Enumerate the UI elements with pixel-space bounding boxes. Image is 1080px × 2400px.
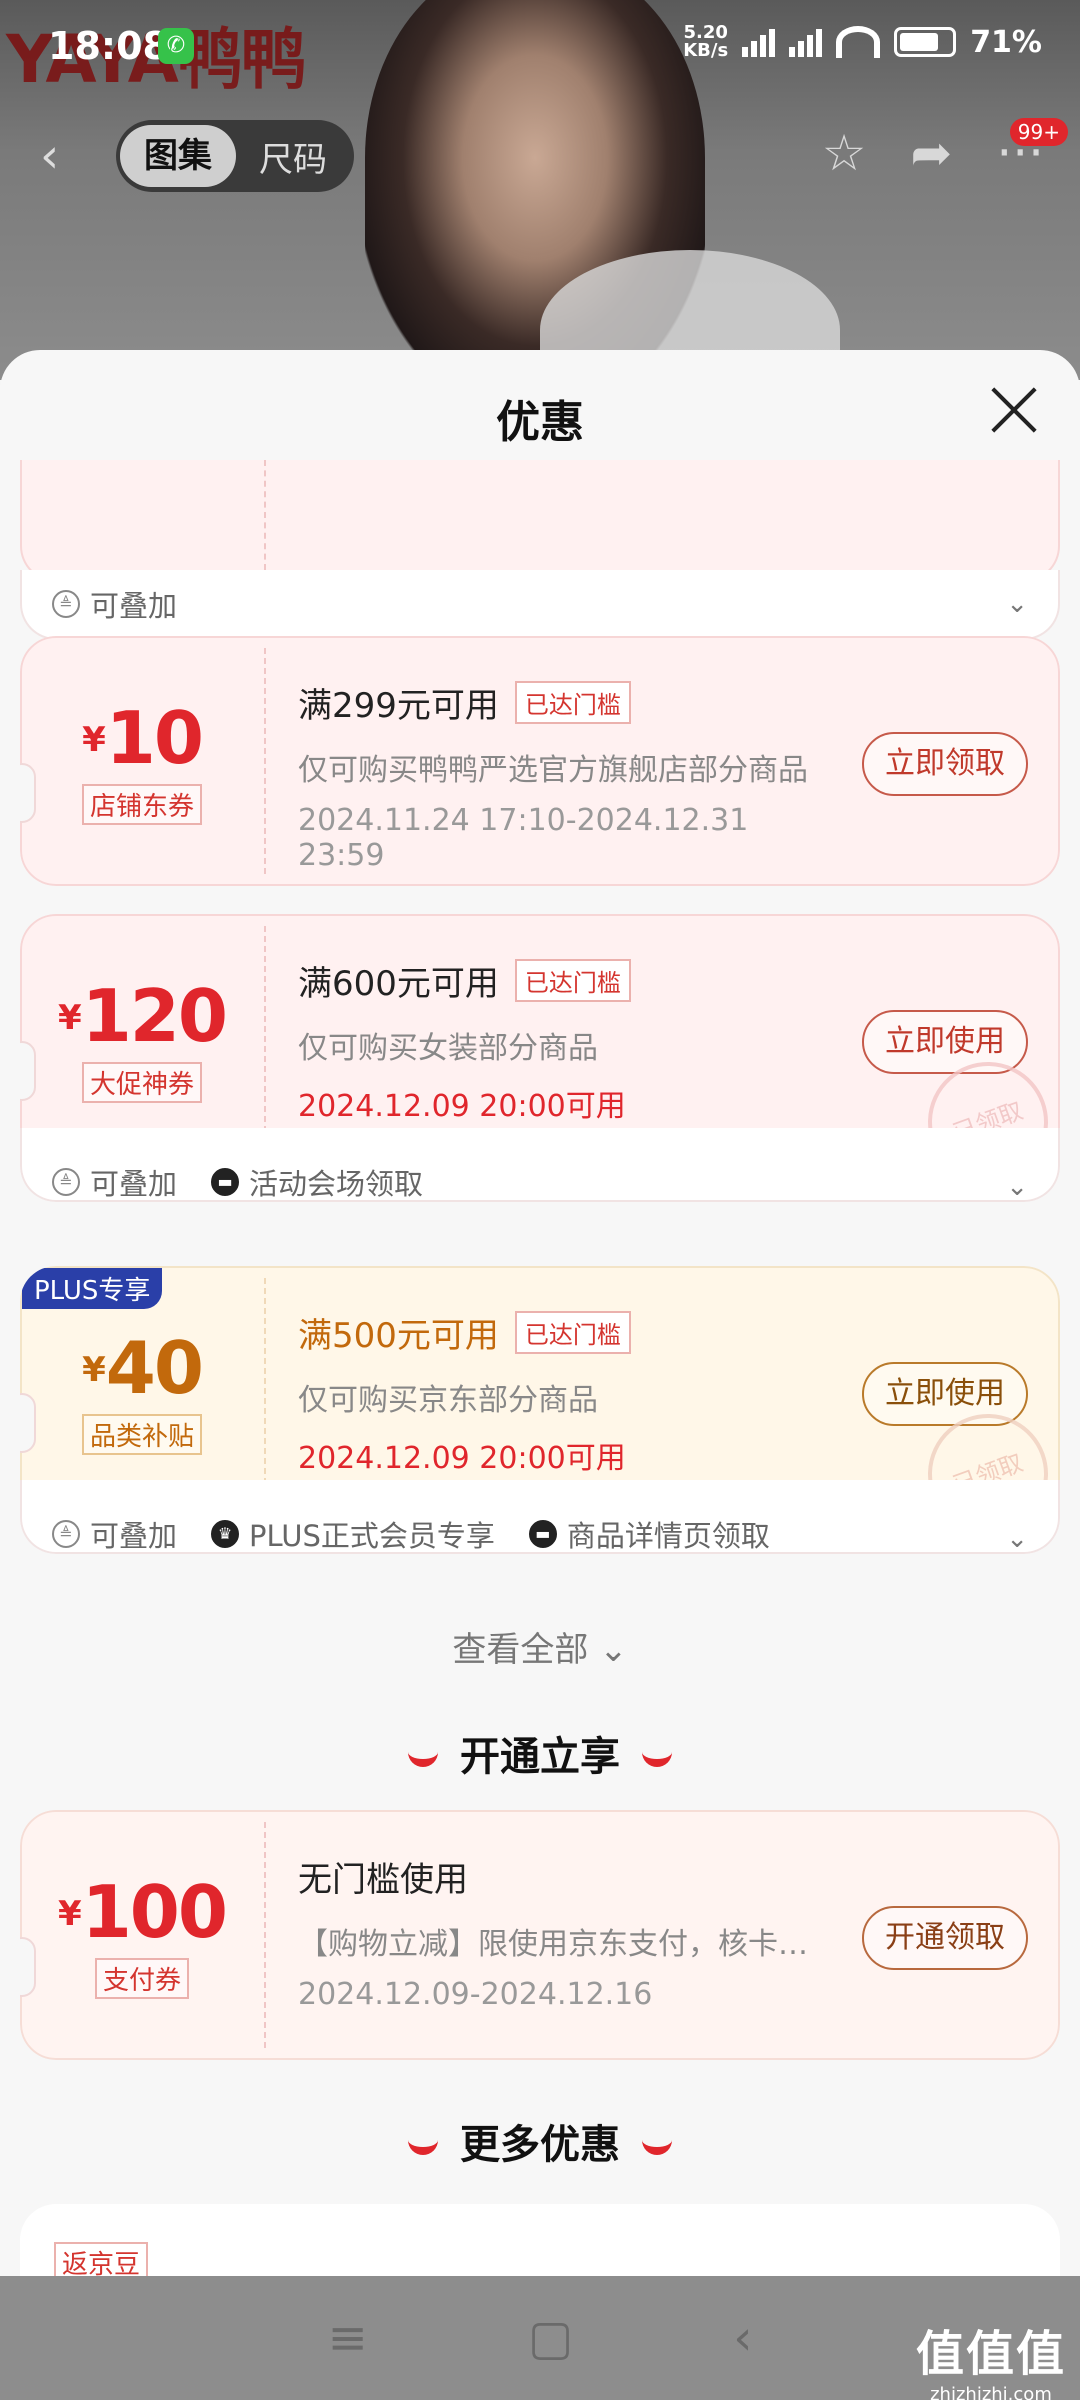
chevron-down-icon[interactable]: ⌄ — [1006, 1524, 1028, 1554]
coupon-desc: 仅可购买女装部分商品 — [298, 1031, 598, 1066]
coupon-type: 大促神券 — [81, 1062, 202, 1103]
wifi-icon — [836, 26, 881, 58]
coupon-date: 2024.12.09-2024.12.16 — [298, 1977, 653, 2012]
home-icon[interactable]: ▢ — [528, 2310, 573, 2366]
coupon-amount: ¥120 — [58, 974, 228, 1058]
section-title-open: 开通立享 — [0, 1724, 1080, 1782]
coupon-date: 2024.12.09 20:00可用 — [298, 1441, 626, 1476]
coupon-desc: 仅可购买鸭鸭严选官方旗舰店部分商品 — [298, 753, 808, 788]
threshold-badge: 已达门槛 — [514, 681, 631, 724]
share-icon[interactable]: ➦ — [910, 124, 952, 182]
coupon-date: 2024.11.24 17:10-2024.12.31 23:59 — [298, 803, 749, 873]
partial-coupon-foot[interactable]: ≜ 可叠加 ⌄ — [20, 570, 1060, 640]
status-time: 18:08 — [48, 24, 169, 68]
coupon-card: PLUS专享 ¥40 品类补贴 满500元可用 已达门槛 仅可购买京东部分商品 2… — [20, 1266, 1060, 1554]
chevron-down-icon[interactable]: ⌄ — [1006, 589, 1028, 619]
back-nav-icon[interactable]: ‹ — [733, 2310, 752, 2366]
coupon-body: ¥100 支付券 无门槛使用 【购物立减】限使用京东支付，核卡… 2024.12… — [20, 1810, 1060, 2060]
coupon-amount: ¥100 — [58, 1870, 228, 1954]
tab-size[interactable]: 尺码 — [236, 132, 350, 181]
coupon-condition: 满299元可用 — [298, 686, 499, 726]
coupon-amount: ¥10 — [82, 696, 204, 780]
coupon-card: ¥100 支付券 无门槛使用 【购物立减】限使用京东支付，核卡… 2024.12… — [20, 1810, 1060, 2060]
coupon-card: ¥120 大促神券 满600元可用 已达门槛 仅可购买女装部分商品 2024.12… — [20, 914, 1060, 1202]
coupon-type: 品类补贴 — [81, 1414, 202, 1455]
tag-label: 商品详情页领取 — [566, 1519, 770, 1553]
sheet-title: 优惠 — [496, 397, 584, 448]
activate-claim-button[interactable]: 开通领取 — [862, 1906, 1028, 1970]
coupon-body: PLUS专享 ¥40 品类补贴 满500元可用 已达门槛 仅可购买京东部分商品 2… — [20, 1266, 1060, 1551]
signal-icon — [742, 27, 776, 57]
coupon-condition: 满500元可用 — [298, 1316, 499, 1356]
status-bar: 18:08 ✆ 5.20 KB/s 71% — [0, 0, 1080, 96]
stack-icon: ≜ — [52, 1520, 80, 1548]
coupon-foot[interactable]: ≜ 可叠加 ♛ PLUS正式会员专享 ▬ 商品详情页领取 ⌄ — [20, 1480, 1060, 1554]
watermark: 值值值 zhizhizhi.com — [915, 2326, 1066, 2400]
crown-icon: ♛ — [211, 1520, 240, 1548]
coupon-body: ¥10 店铺东券 满299元可用 已达门槛 仅可购买鸭鸭严选官方旗舰店部分商品 2… — [20, 636, 1060, 886]
coupon-card: ¥10 店铺东券 满299元可用 已达门槛 仅可购买鸭鸭严选官方旗舰店部分商品 2… — [20, 636, 1060, 886]
threshold-badge: 已达门槛 — [514, 959, 631, 1002]
tag-label: 可叠加 — [90, 1519, 178, 1553]
close-icon[interactable] — [990, 386, 1038, 434]
tab-gallery[interactable]: 图集 — [120, 125, 236, 187]
see-all-link[interactable]: 查看全部 ⌄ — [0, 1622, 1080, 1671]
coupon-condition: 满600元可用 — [298, 964, 499, 1004]
phone-call-icon: ✆ — [158, 28, 194, 64]
message-badge: 99+ — [1009, 118, 1068, 146]
stack-icon: ≜ — [52, 1168, 80, 1196]
battery-icon — [894, 27, 957, 57]
net-speed: 5.20 KB/s — [683, 22, 729, 61]
back-icon[interactable]: ‹ — [40, 128, 59, 184]
menu-icon[interactable]: ≡ — [328, 2310, 368, 2366]
plus-exclusive-badge: PLUS专享 — [22, 1268, 163, 1309]
app-root: YAYA鸭鸭 18:08 ✆ 5.20 KB/s 71% ‹ 图集 尺码 ☆ ➦ … — [0, 0, 1080, 2400]
coupon-body: ¥120 大促神券 满600元可用 已达门槛 仅可购买女装部分商品 2024.12… — [20, 914, 1060, 1199]
battery-percent: 71% — [970, 24, 1042, 60]
coupon-condition: 无门槛使用 — [298, 1860, 468, 1900]
signal-icon-2 — [789, 27, 823, 57]
section-title-more: 更多优惠 — [0, 2112, 1080, 2170]
chevron-down-icon[interactable]: ⌄ — [1006, 1172, 1028, 1202]
coupon-desc: 仅可购买京东部分商品 — [298, 1383, 598, 1418]
claim-button[interactable]: 立即领取 — [862, 732, 1028, 796]
tag-label: 活动会场领取 — [249, 1167, 424, 1201]
threshold-badge: 已达门槛 — [514, 1311, 631, 1354]
coupon-type: 支付券 — [94, 1958, 189, 1999]
favorite-star-icon[interactable]: ☆ — [822, 124, 867, 182]
ticket-icon: ▬ — [211, 1168, 240, 1196]
partial-coupon-body — [20, 460, 1060, 582]
coupon-amount: ¥40 — [82, 1326, 204, 1410]
discount-sheet: 优惠 ≜ 可叠加 ⌄ ¥10 店铺东券 满299元可用 已达门槛 仅可购买鸭鸭严… — [0, 350, 1080, 2400]
stack-label: 可叠加 — [90, 589, 178, 623]
media-tabs: 图集 尺码 — [116, 120, 354, 192]
coupon-type: 店铺东券 — [81, 784, 202, 825]
stack-icon: ≜ — [52, 590, 80, 618]
coupon-foot[interactable]: ≜ 可叠加 ▬ 活动会场领取 ⌄ — [20, 1128, 1060, 1202]
coupon-desc: 【购物立减】限使用京东支付，核卡… — [298, 1927, 808, 1962]
tag-label: 可叠加 — [90, 1167, 178, 1201]
ticket-icon: ▬ — [528, 1520, 557, 1548]
product-nav: ‹ 图集 尺码 ☆ ➦ ··· 99+ — [0, 110, 1080, 200]
coupon-date: 2024.12.09 20:00可用 — [298, 1089, 626, 1124]
tag-label: PLUS正式会员专享 — [249, 1519, 495, 1553]
